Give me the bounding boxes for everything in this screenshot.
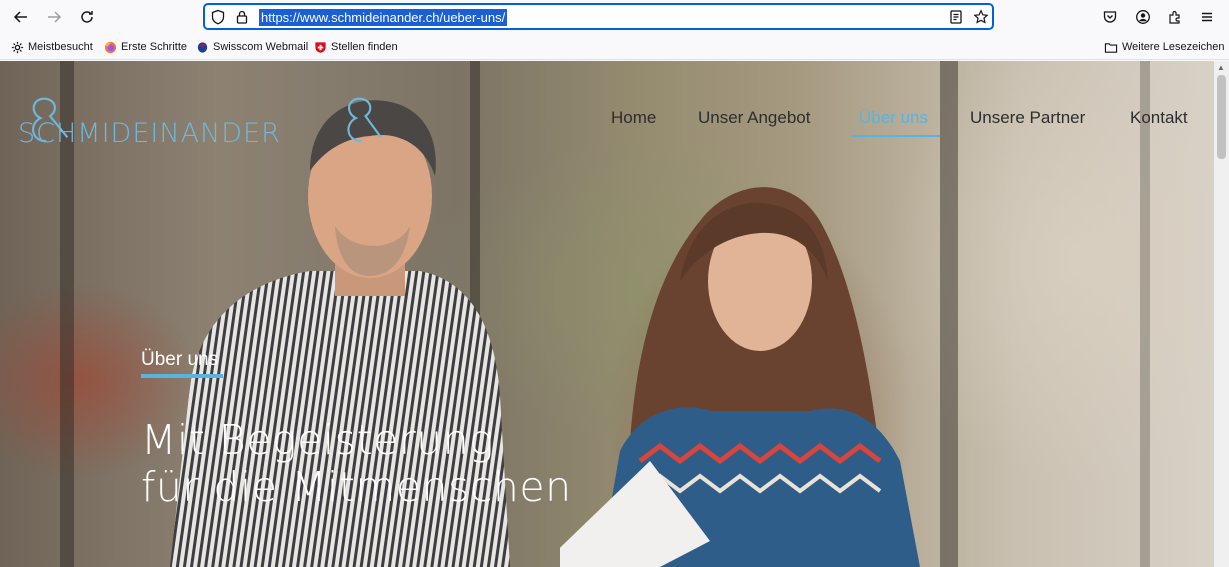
hero-title-line-2: für die Mitmenschen (141, 463, 572, 511)
bookmark-label: Swisscom Webmail (213, 41, 309, 53)
bookmark-stellen-finden[interactable]: Stellen finden (313, 39, 398, 55)
lock-icon[interactable] (231, 6, 253, 28)
nav-home[interactable]: Home (611, 108, 656, 128)
forward-icon[interactable] (43, 6, 65, 28)
pocket-icon[interactable] (1099, 6, 1121, 28)
hero-title: Mit Begeisterung für die Mitmenschen (141, 417, 572, 511)
page-viewport: SCHMIDEINANDER Home Unser Angebot Über u… (0, 61, 1214, 567)
folder-icon (1104, 40, 1118, 54)
swiss-cross-icon (313, 40, 327, 54)
shield-icon[interactable] (207, 6, 229, 28)
nav-active-indicator (852, 135, 940, 137)
firefox-icon (103, 40, 117, 54)
nav-unser-angebot[interactable]: Unser Angebot (698, 108, 810, 128)
hero-eyebrow-underline (141, 374, 223, 378)
hero-eyebrow: Über uns (141, 349, 219, 370)
hero-photo-woman (560, 187, 920, 567)
bookmark-label: Erste Schritte (121, 41, 188, 53)
bookmark-erste-schritte[interactable]: Erste Schritte (103, 39, 187, 55)
gear-icon (10, 40, 24, 54)
other-bookmarks[interactable]: Weitere Lesezeichen (1104, 39, 1225, 55)
extensions-icon[interactable] (1164, 6, 1186, 28)
swisscom-icon (195, 40, 209, 54)
page-scrollbar[interactable]: ▲ (1214, 61, 1229, 567)
hero-title-line-1: Mit Begeisterung (141, 416, 495, 464)
scroll-thumb[interactable] (1217, 75, 1226, 159)
nav-kontakt[interactable]: Kontakt (1130, 108, 1188, 128)
back-icon[interactable] (10, 6, 32, 28)
bookmark-meistbesucht[interactable]: Meistbesucht (10, 39, 93, 55)
other-bookmarks-label: Weitere Lesezeichen (1122, 41, 1225, 53)
background-beam (1140, 61, 1150, 567)
bookmarks-bar: Meistbesucht Erste Schritte Swisscom Web… (0, 34, 1229, 60)
site-logo[interactable]: SCHMIDEINANDER (18, 118, 281, 149)
account-icon[interactable] (1132, 6, 1154, 28)
nav-ueber-uns[interactable]: Über uns (859, 108, 928, 128)
reader-view-icon[interactable] (945, 6, 967, 28)
bookmark-swisscom-webmail[interactable]: Swisscom Webmail (195, 39, 308, 55)
menu-icon[interactable] (1196, 6, 1218, 28)
bookmark-label: Stellen finden (331, 41, 398, 53)
browser-toolbar: https://www.schmideinander.ch/ueber-uns/ (0, 0, 1229, 34)
scroll-up-icon[interactable]: ▲ (1217, 63, 1225, 72)
url-bar[interactable]: https://www.schmideinander.ch/ueber-uns/ (203, 3, 994, 30)
nav-unsere-partner[interactable]: Unsere Partner (970, 108, 1085, 128)
url-text[interactable]: https://www.schmideinander.ch/ueber-uns/ (259, 9, 508, 26)
bookmark-star-icon[interactable] (970, 6, 992, 28)
reload-icon[interactable] (76, 6, 98, 28)
bookmark-label: Meistbesucht (28, 41, 93, 53)
